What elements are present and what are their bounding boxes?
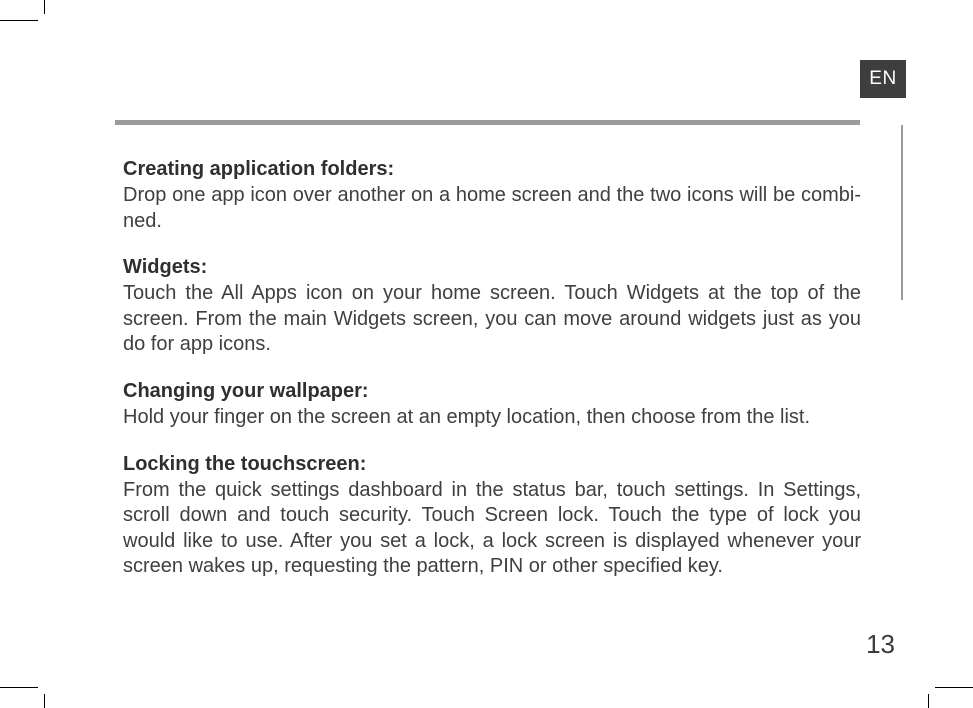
crop-mark (0, 687, 38, 688)
crop-mark (0, 20, 38, 21)
section-body: Touch the All Apps icon on your home scr… (123, 281, 861, 358)
section-heading: Creating application folders: (123, 158, 861, 181)
right-rail (901, 125, 903, 300)
section-creating-folders: Creating application folders: Drop one a… (123, 158, 861, 234)
header-bar (115, 120, 860, 125)
section-heading: Changing your wallpaper: (123, 380, 861, 403)
section-heading: Locking the touchscreen: (123, 453, 861, 476)
crop-mark (44, 694, 45, 708)
page-container: EN Creating application folders: Drop on… (0, 0, 973, 708)
section-wallpaper: Changing your wallpaper: Hold your finge… (123, 380, 861, 431)
content-area: Creating application folders: Drop one a… (123, 158, 861, 602)
section-widgets: Widgets: Touch the All Apps icon on your… (123, 256, 861, 358)
section-body: Drop one app icon over another on a home… (123, 183, 861, 234)
crop-mark (928, 694, 929, 708)
section-locking: Locking the touchscreen: From the quick … (123, 453, 861, 580)
language-tab: EN (860, 60, 906, 98)
crop-mark (44, 0, 45, 14)
section-heading: Widgets: (123, 256, 861, 279)
section-body: Hold your finger on the screen at an emp… (123, 405, 861, 431)
section-body: From the quick settings dashboard in the… (123, 478, 861, 580)
page-number: 13 (866, 629, 895, 660)
crop-mark (935, 687, 973, 688)
